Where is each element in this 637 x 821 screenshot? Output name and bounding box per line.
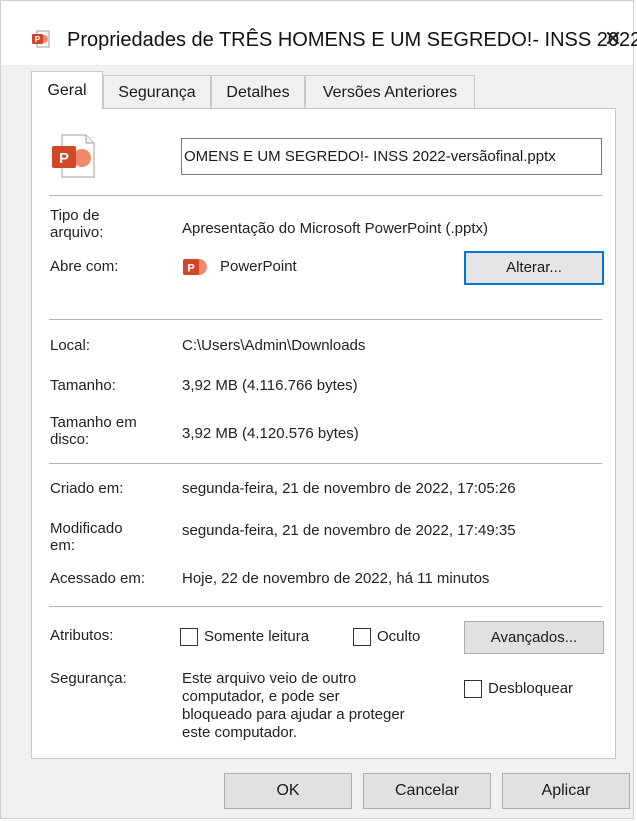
change-button[interactable]: Alterar... [464,251,604,285]
close-icon[interactable]: ✕ [599,25,627,53]
hidden-checkbox[interactable] [353,628,371,646]
svg-text:P: P [59,150,69,167]
file-name-input[interactable]: OMENS E UM SEGREDO!- INSS 2022-versãofin… [181,138,602,175]
separator [49,463,602,464]
powerpoint-large-icon: P [52,134,95,178]
size-value: 3,92 MB (4.116.766 bytes) [182,377,358,394]
separator [49,319,602,320]
security-warning-text: Este arquivo veio de outro computador, e… [182,670,405,741]
svg-text:P: P [187,263,194,275]
created-value: segunda-feira, 21 de novembro de 2022, 1… [182,480,516,497]
svg-text:P: P [35,35,41,44]
modified-value: segunda-feira, 21 de novembro de 2022, 1… [182,522,516,539]
advanced-button[interactable]: Avançados... [464,621,604,654]
disk-size-value: 3,92 MB (4.120.576 bytes) [182,425,359,442]
unblock-checkbox[interactable] [464,680,482,698]
separator [49,606,602,607]
window-title: Propriedades de TRÊS HOMENS E UM SEGREDO… [67,29,637,51]
opens-with-label: Abre com: [50,258,119,275]
tab-versoes-anteriores[interactable]: Versões Anteriores [305,75,475,108]
attributes-label: Atributos: [50,627,114,644]
cancel-button[interactable]: Cancelar [363,773,491,809]
ok-button[interactable]: OK [224,773,352,809]
apply-button[interactable]: Aplicar [502,773,630,809]
created-label: Criado em: [50,480,124,497]
security-label: Segurança: [50,670,127,687]
readonly-label[interactable]: Somente leitura [204,628,309,646]
file-type-label: Tipo de arquivo: [50,207,104,241]
title-bar: P Propriedades de TRÊS HOMENS E UM SEGRE… [1,1,637,65]
disk-size-label: Tamanho em disco: [50,414,137,448]
accessed-value: Hoje, 22 de novembro de 2022, há 11 minu… [182,570,490,587]
unblock-label[interactable]: Desbloquear [488,680,573,698]
readonly-checkbox[interactable] [180,628,198,646]
tab-detalhes[interactable]: Detalhes [211,75,305,108]
size-label: Tamanho: [50,377,116,394]
tab-seguranca[interactable]: Segurança [103,75,211,108]
accessed-label: Acessado em: [50,570,146,587]
location-value: C:\Users\Admin\Downloads [182,337,366,354]
powerpoint-app-icon: P [183,259,207,275]
separator [49,195,602,196]
hidden-label[interactable]: Oculto [377,628,420,646]
file-type-value: Apresentação do Microsoft PowerPoint (.p… [182,220,488,237]
modified-label: Modificado em: [50,520,123,554]
tab-geral[interactable]: Geral [31,71,103,109]
properties-dialog: P Propriedades de TRÊS HOMENS E UM SEGRE… [0,0,637,819]
location-label: Local: [50,337,91,354]
opens-with-value: PowerPoint [220,258,297,275]
powerpoint-file-icon: P [32,30,50,48]
